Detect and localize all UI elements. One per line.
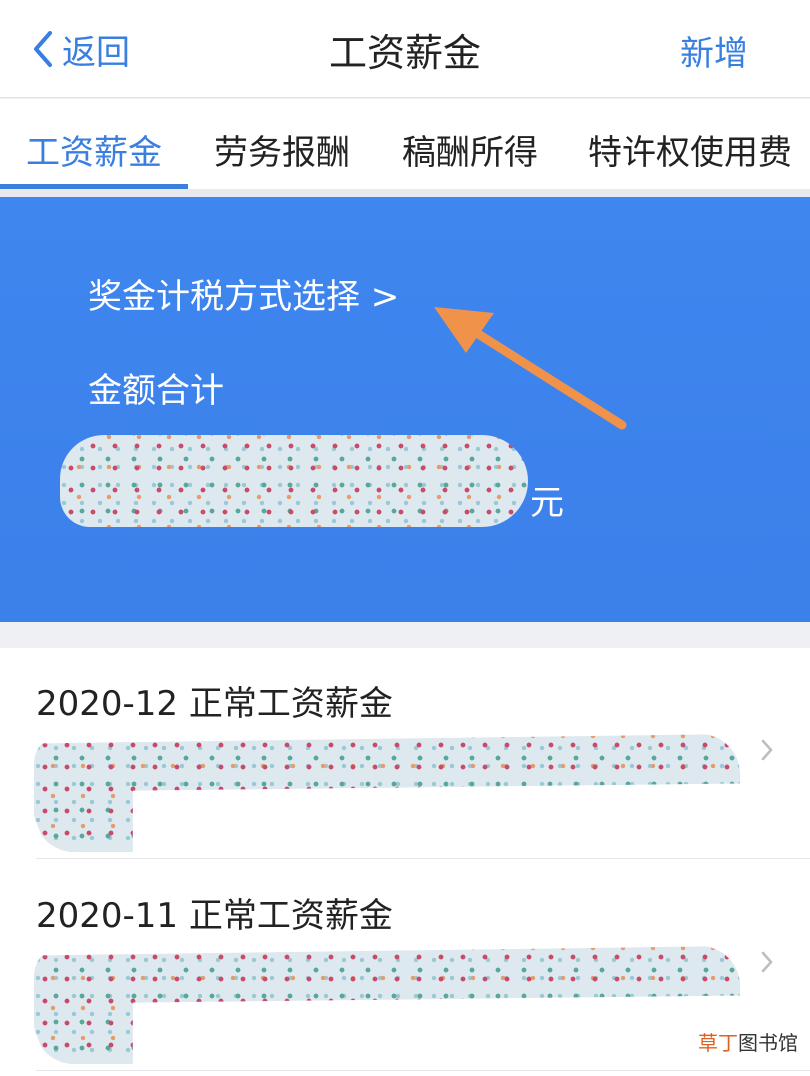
arrow-annotation-icon <box>434 307 627 430</box>
tab-labor-remuneration[interactable]: 劳务报酬 <box>214 125 350 174</box>
watermark-text: 图书馆 <box>738 1031 798 1055</box>
redacted-details <box>34 946 740 1064</box>
watermark: 草丁图书馆 <box>698 1027 798 1056</box>
bonus-tax-method-link[interactable]: 奖金计税方式选择 > <box>88 269 399 318</box>
record-title: 2020-11 正常工资薪金 <box>36 896 393 936</box>
add-button[interactable]: 新增 <box>680 26 748 75</box>
nav-header: 返回 工资薪金 新增 <box>0 0 810 98</box>
redacted-amount <box>60 435 528 527</box>
currency-label: 元 <box>530 483 564 523</box>
income-type-tabs: 工资薪金 劳务报酬 稿酬所得 特许权使用费 <box>0 99 810 191</box>
list-item[interactable]: 2020-11 正常工资薪金 <box>0 860 810 1070</box>
list-item[interactable]: 2020-12 正常工资薪金 <box>0 648 810 858</box>
summary-card: 奖金计税方式选择 > 金额合计 元 <box>0 197 810 622</box>
chevron-right-icon <box>761 951 773 973</box>
tabs-divider <box>0 189 810 197</box>
list-divider <box>36 858 810 859</box>
total-amount-label: 金额合计 <box>88 371 224 411</box>
list-divider <box>36 1070 810 1071</box>
watermark-accent: 草丁 <box>698 1031 738 1055</box>
record-title: 2020-12 正常工资薪金 <box>36 684 393 724</box>
tab-royalties[interactable]: 特许权使用费 <box>588 125 792 174</box>
tab-salary[interactable]: 工资薪金 <box>26 125 162 174</box>
chevron-right-icon <box>761 739 773 761</box>
redacted-details <box>34 734 740 852</box>
salary-record-list: 2020-12 正常工资薪金 2020-11 正常工资薪金 <box>0 648 810 1076</box>
tab-author-remuneration[interactable]: 稿酬所得 <box>402 125 538 174</box>
